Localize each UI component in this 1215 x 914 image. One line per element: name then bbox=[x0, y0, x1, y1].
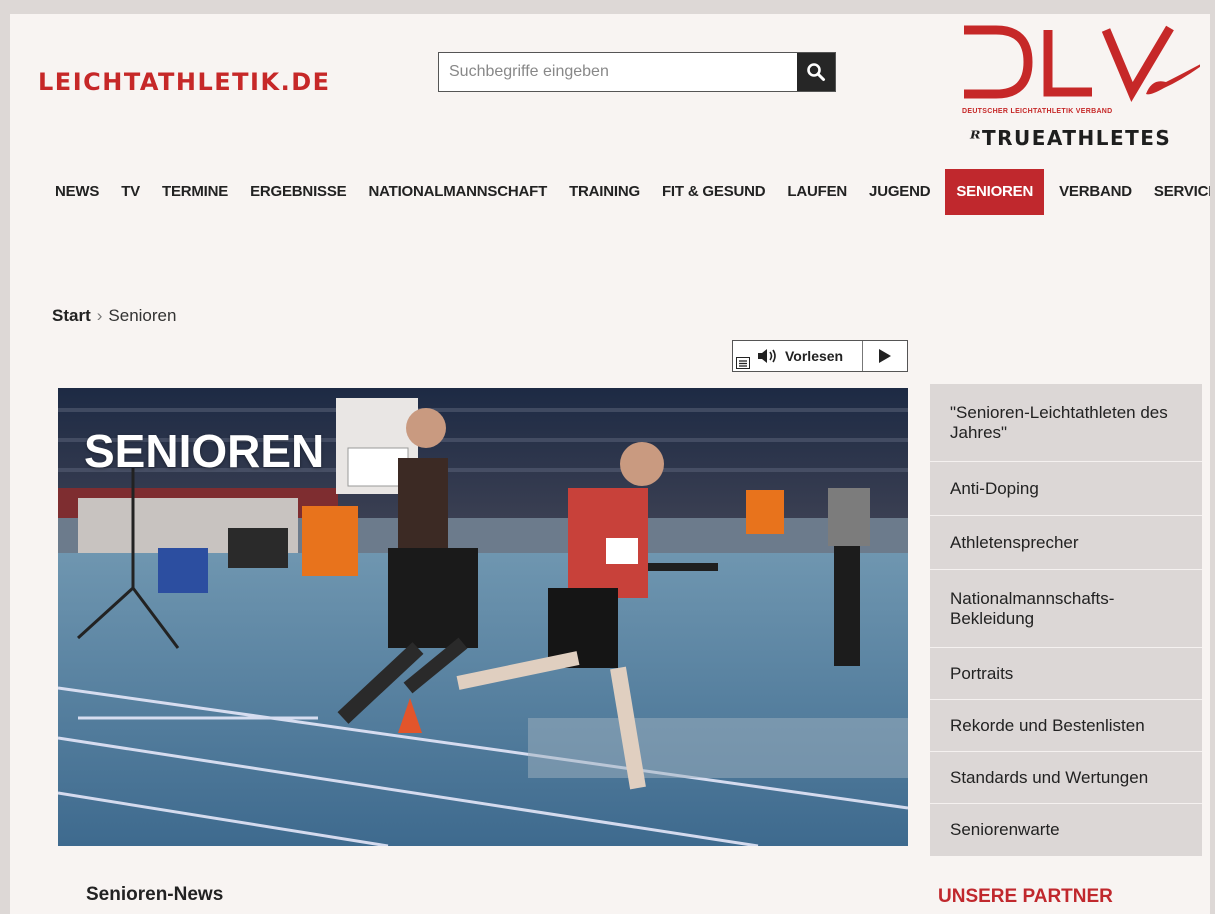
trueathletes-logo[interactable]: ᴿTRUEATHLETES bbox=[970, 126, 1171, 150]
speaker-icon bbox=[758, 349, 776, 363]
sidebar-menu: "Senioren-Leichtathleten des Jahres" Ant… bbox=[930, 384, 1202, 856]
search-box bbox=[438, 52, 836, 92]
partner-heading: UNSERE PARTNER bbox=[938, 886, 1113, 907]
breadcrumb: Start › Senioren bbox=[52, 306, 176, 326]
search-icon bbox=[807, 63, 825, 81]
sidebar-item-anti-doping[interactable]: Anti-Doping bbox=[930, 462, 1202, 516]
nav-item-verband[interactable]: VERBAND bbox=[1048, 169, 1143, 215]
nav-item-laufen[interactable]: LAUFEN bbox=[776, 169, 858, 215]
readspeaker-play-button[interactable] bbox=[863, 341, 907, 371]
nav-item-fit-gesund[interactable]: FIT & GESUND bbox=[651, 169, 776, 215]
senioren-news-heading: Senioren-News bbox=[86, 884, 224, 905]
nav-item-tv[interactable]: TV bbox=[110, 169, 151, 215]
sidebar-item-nationalmannschafts-bekleidung[interactable]: Nationalmannschafts-Bekleidung bbox=[930, 570, 1202, 648]
dlv-wordmark-icon bbox=[964, 25, 1210, 102]
nav-item-senioren[interactable]: SENIOREN bbox=[945, 169, 1045, 215]
breadcrumb-current: Senioren bbox=[108, 306, 177, 325]
readspeaker-menu-button[interactable] bbox=[733, 341, 753, 371]
site-logo[interactable]: LEICHTATHLETIK.DE bbox=[38, 68, 331, 96]
breadcrumb-home-link[interactable]: Start bbox=[52, 306, 91, 325]
sidebar-item-portraits[interactable]: Portraits bbox=[930, 648, 1202, 700]
sidebar-item-standards[interactable]: Standards und Wertungen bbox=[930, 752, 1202, 804]
sidebar-item-senioren-des-jahres[interactable]: "Senioren-Leichtathleten des Jahres" bbox=[930, 384, 1202, 462]
search-button[interactable] bbox=[797, 53, 835, 91]
trueathletes-icon: ᴿ bbox=[970, 126, 982, 150]
nav-item-jugend[interactable]: JUGEND bbox=[858, 169, 941, 215]
readspeaker-widget: Vorlesen bbox=[732, 340, 908, 372]
nav-item-service[interactable]: SERVICE bbox=[1143, 169, 1210, 215]
nav-item-ergebnisse[interactable]: ERGEBNISSE bbox=[239, 169, 357, 215]
trueathletes-text: TRUEATHLETES bbox=[981, 126, 1172, 150]
breadcrumb-separator: › bbox=[96, 306, 103, 325]
nav-item-termine[interactable]: TERMINE bbox=[151, 169, 239, 215]
readspeaker-listen-button[interactable]: Vorlesen bbox=[753, 341, 863, 371]
sidebar-item-athletensprecher[interactable]: Athletensprecher bbox=[930, 516, 1202, 570]
nav-item-news[interactable]: NEWS bbox=[44, 169, 110, 215]
main-nav: NEWS TV TERMINE ERGEBNISSE NATIONALMANNS… bbox=[44, 169, 1210, 215]
play-icon bbox=[879, 349, 891, 363]
dlv-subtitle: DEUTSCHER LEICHTATHLETIK VERBAND bbox=[962, 108, 1113, 115]
readspeaker-label: Vorlesen bbox=[785, 348, 844, 364]
hero-image: SENIOREN bbox=[58, 388, 908, 846]
menu-icon bbox=[736, 357, 750, 369]
search-input[interactable] bbox=[439, 53, 794, 91]
page: LEICHTATHLETIK.DE DEUTSCHER LEICHTATHLET… bbox=[10, 14, 1210, 914]
nav-item-training[interactable]: TRAINING bbox=[558, 169, 651, 215]
sidebar-item-rekorde[interactable]: Rekorde und Bestenlisten bbox=[930, 700, 1202, 752]
sidebar-item-seniorenwarte[interactable]: Seniorenwarte bbox=[930, 804, 1202, 856]
nav-item-nationalmannschaft[interactable]: NATIONALMANNSCHAFT bbox=[357, 169, 558, 215]
hero-title: SENIOREN bbox=[84, 425, 325, 477]
